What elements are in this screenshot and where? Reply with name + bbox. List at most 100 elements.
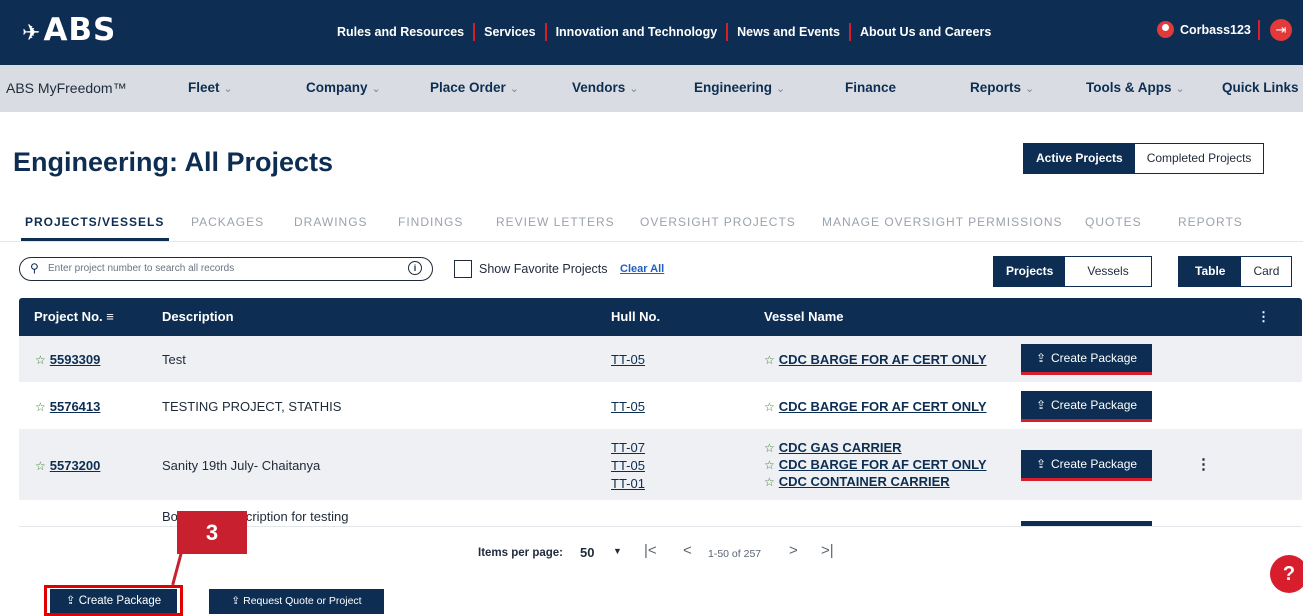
hull-link[interactable]: TT-05 xyxy=(611,351,645,369)
items-per-page-select[interactable]: 50 xyxy=(580,545,594,560)
tab-manage-oversight-permissions[interactable]: MANAGE OVERSIGHT PERMISSIONS xyxy=(822,215,1062,229)
column-hull-no: Hull No. xyxy=(611,309,660,324)
row-menu-icon[interactable]: ⋮ xyxy=(1196,455,1211,473)
favorite-star-icon[interactable]: ☆ xyxy=(35,400,46,414)
top-nav-services[interactable]: Services xyxy=(475,23,546,41)
project-cell: ☆ 5593309 xyxy=(35,352,100,367)
main-nav: ABS MyFreedom™ Fleet⌄ Company⌄ Place Ord… xyxy=(0,65,1303,112)
clear-all-link[interactable]: Clear All xyxy=(620,263,664,275)
favorite-star-icon[interactable]: ☆ xyxy=(764,400,775,414)
vessel-item: ☆ CDC GAS CARRIER xyxy=(764,439,987,456)
vessel-item: ☆ CDC CONTAINER CARRIER xyxy=(764,473,987,490)
caret-down-icon[interactable]: ▼ xyxy=(613,546,622,556)
nav-engineering[interactable]: Engineering⌄ xyxy=(694,80,785,95)
vessels-toggle-button[interactable]: Vessels xyxy=(1065,257,1150,286)
create-package-button[interactable]: ⇪Create Package xyxy=(1021,450,1152,481)
tab-drawings[interactable]: DRAWINGS xyxy=(294,215,368,229)
nav-finance[interactable]: Finance xyxy=(845,80,896,95)
logo-text: ABS xyxy=(43,12,116,48)
upload-icon: ⇪ xyxy=(1036,351,1046,365)
top-nav-rules[interactable]: Rules and Resources xyxy=(328,23,475,41)
hull-link[interactable]: TT-07 xyxy=(611,439,645,457)
project-number-link[interactable]: 5593309 xyxy=(50,352,101,367)
favorite-star-icon[interactable]: ☆ xyxy=(764,441,775,455)
create-package-button[interactable]: ⇪ Create Package xyxy=(1021,344,1152,375)
bottom-action-bar xyxy=(0,576,1303,612)
vessel-link[interactable]: CDC BARGE FOR AF CERT ONLY xyxy=(779,352,987,367)
vessel-cell: ☆ CDC BARGE FOR AF CERT ONLY xyxy=(764,398,987,415)
vessel-link[interactable]: CDC GAS CARRIER xyxy=(779,440,902,455)
tab-reports[interactable]: REPORTS xyxy=(1178,215,1243,229)
nav-quick-links[interactable]: Quick Links⌄ xyxy=(1222,80,1303,95)
last-page-icon[interactable]: >| xyxy=(821,542,834,559)
top-nav: Rules and Resources Services Innovation … xyxy=(328,23,1000,41)
abs-logo[interactable]: ✈ABS xyxy=(22,12,116,48)
hull-list: TT-07 TT-05 TT-01 xyxy=(611,439,645,493)
tab-projects-vessels[interactable]: PROJECTS/VESSELS xyxy=(25,215,164,229)
chevron-down-icon: ⌄ xyxy=(510,83,519,95)
tab-packages[interactable]: PACKAGES xyxy=(191,215,264,229)
chevron-down-icon: ⌄ xyxy=(224,83,233,95)
items-per-page-label: Items per page: xyxy=(478,547,563,559)
vessel-cell: ☆ CDC BARGE FOR AF CERT ONLY xyxy=(764,351,987,368)
page-title: Engineering: All Projects xyxy=(13,147,333,178)
create-package-label: Create Package xyxy=(1051,351,1137,365)
view-toggle: Table Card xyxy=(1178,256,1292,287)
projects-toggle-button[interactable]: Projects xyxy=(994,257,1065,286)
completed-projects-button[interactable]: Completed Projects xyxy=(1135,144,1264,173)
create-package-label: Create Package xyxy=(1051,457,1137,471)
active-projects-button[interactable]: Active Projects xyxy=(1024,144,1135,173)
nav-fleet[interactable]: Fleet⌄ xyxy=(188,80,233,95)
tab-quotes[interactable]: QUOTES xyxy=(1085,215,1142,229)
nav-reports[interactable]: Reports⌄ xyxy=(970,80,1034,95)
nav-vendors-label: Vendors xyxy=(572,80,625,95)
logout-icon[interactable]: ⇥ xyxy=(1270,19,1292,41)
favorite-star-icon[interactable]: ☆ xyxy=(764,475,775,489)
nav-place-order[interactable]: Place Order⌄ xyxy=(430,80,519,95)
vessel-link[interactable]: CDC BARGE FOR AF CERT ONLY xyxy=(779,457,987,472)
previous-page-icon[interactable]: < xyxy=(683,542,692,559)
top-nav-innovation[interactable]: Innovation and Technology xyxy=(547,23,729,41)
create-package-button[interactable]: ⇪Create Package xyxy=(1021,391,1152,422)
hull-link[interactable]: TT-05 xyxy=(611,398,645,416)
first-page-icon[interactable]: |< xyxy=(644,542,657,559)
tab-review-letters[interactable]: REVIEW LETTERS xyxy=(496,215,615,229)
project-number-link[interactable]: 5576413 xyxy=(50,399,101,414)
top-nav-about[interactable]: About Us and Careers xyxy=(851,23,1000,41)
favorite-projects-checkbox[interactable] xyxy=(454,260,472,278)
hull-link[interactable]: TT-01 xyxy=(611,475,645,493)
hull-link[interactable]: TT-05 xyxy=(611,457,645,475)
favorite-star-icon[interactable]: ☆ xyxy=(35,353,46,367)
table-view-button[interactable]: Table xyxy=(1179,257,1241,286)
top-nav-news[interactable]: News and Events xyxy=(728,23,851,41)
nav-tools-apps[interactable]: Tools & Apps ⌄ xyxy=(1086,80,1185,95)
column-project-no[interactable]: Project No. ≡ xyxy=(34,309,114,324)
favorite-star-icon[interactable]: ☆ xyxy=(764,353,775,367)
vessel-link[interactable]: CDC BARGE FOR AF CERT ONLY xyxy=(779,399,987,414)
help-button[interactable]: ? xyxy=(1270,555,1303,593)
chevron-down-icon: ⌄ xyxy=(1176,83,1185,95)
card-view-button[interactable]: Card xyxy=(1241,257,1291,286)
nav-vendors[interactable]: Vendors⌄ xyxy=(572,80,639,95)
favorite-star-icon[interactable]: ☆ xyxy=(35,459,46,473)
app-brand[interactable]: ABS MyFreedom™ xyxy=(6,80,127,96)
search-icon: ⚲ xyxy=(30,261,39,275)
tab-findings[interactable]: FINDINGS xyxy=(398,215,463,229)
tab-oversight-projects[interactable]: OVERSIGHT PROJECTS xyxy=(640,215,796,229)
favorite-star-icon[interactable]: ☆ xyxy=(764,458,775,472)
eagle-icon: ✈ xyxy=(22,21,41,46)
nav-company[interactable]: Company⌄ xyxy=(306,80,381,95)
search-input[interactable]: ⚲ Enter project number to search all rec… xyxy=(19,257,433,281)
search-placeholder: Enter project number to search all recor… xyxy=(48,263,234,274)
page-range: 1-50 of 257 xyxy=(708,548,761,560)
user-menu[interactable]: Corbass123 xyxy=(1157,21,1251,38)
column-menu-icon[interactable]: ⋮ xyxy=(1257,309,1270,325)
info-icon[interactable]: i xyxy=(408,261,422,275)
next-page-icon[interactable]: > xyxy=(789,542,798,559)
filter-icon[interactable]: ≡ xyxy=(106,309,114,324)
vessel-link[interactable]: CDC CONTAINER CARRIER xyxy=(779,474,950,489)
nav-tools-label: Tools & Apps xyxy=(1086,80,1172,95)
project-number-link[interactable]: 5573200 xyxy=(50,458,101,473)
request-quote-button[interactable]: ⇪ Request Quote or Project xyxy=(209,589,384,614)
description-cell: Sanity 19th July- Chaitanya xyxy=(162,458,320,473)
